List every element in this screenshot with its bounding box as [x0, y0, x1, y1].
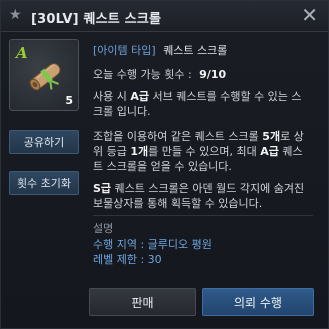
desc-text: 퀘스트 스크롤은 아덴 월드 각지에 숨겨진 보물상자를 통해 획득할 수 있습…	[93, 182, 305, 210]
description-usage: 사용 시 A급 서브 퀘스트를 수행할 수 있는 스크롤 입니다.	[93, 89, 311, 119]
description-combine: 조합을 이용하여 같은 퀘스트 스크롤 5개로 상위 등급 1개를 만들 수 있…	[93, 129, 311, 174]
explanation-header: 설명	[93, 222, 114, 235]
desc-text: 사용 시	[93, 90, 131, 103]
description-s-grade: S급 퀘스트 스크롤은 아덴 월드 각지에 숨겨진 보물상자를 통해 획득할 수…	[93, 181, 311, 211]
item-type-value: 퀘스트 스크롤	[163, 44, 228, 57]
desc-highlight: A급	[260, 145, 279, 158]
item-detail-window: ★ [30LV] 퀘스트 스크롤 ✕ A 5 공유하기 횟수 초기화 [아이템 …	[0, 0, 329, 329]
reset-count-button[interactable]: 횟수 초기화	[9, 171, 79, 195]
daily-count-label: 오늘 수행 가능 횟수 :	[93, 68, 192, 81]
desc-highlight: A급	[130, 90, 149, 103]
desc-text: 조합을 이용하여 같은 퀘스트 스크롤	[93, 130, 263, 143]
daily-count-value: 9/10	[199, 68, 227, 81]
share-button[interactable]: 공유하기	[9, 130, 79, 154]
scroll-icon	[29, 63, 61, 91]
star-icon: ★	[9, 7, 22, 23]
desc-text: 를 만들 수 있으며, 최대	[148, 145, 261, 158]
desc-highlight: S급	[93, 182, 112, 195]
level-limit: 레벨 제한 : 30	[93, 253, 162, 266]
perform-quest-button[interactable]: 의뢰 수행	[202, 288, 314, 316]
quest-region: 수행 지역 : 글루디오 평원	[93, 238, 212, 251]
daily-count-row: 오늘 수행 가능 횟수 : 9/10	[93, 67, 226, 82]
desc-highlight: 1개	[130, 145, 149, 158]
section-divider	[93, 215, 313, 216]
item-quantity: 5	[65, 94, 73, 107]
close-icon[interactable]: ✕	[301, 5, 318, 25]
item-type-label: [아이템 타입]	[93, 44, 156, 57]
item-type-row: [아이템 타입] 퀘스트 스크롤	[93, 43, 227, 58]
title-bar: ★ [30LV] 퀘스트 스크롤 ✕	[1, 1, 328, 32]
desc-highlight: 5개	[262, 130, 281, 143]
window-title: [30LV] 퀘스트 스크롤	[31, 12, 162, 27]
item-slot: A 5	[9, 39, 79, 111]
sell-button[interactable]: 판매	[89, 288, 196, 316]
